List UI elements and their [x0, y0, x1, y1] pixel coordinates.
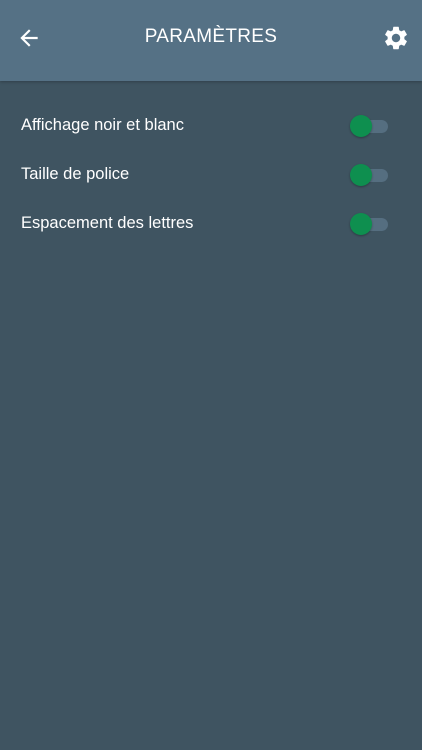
- setting-label: Affichage noir et blanc: [21, 116, 184, 134]
- toggle-thumb: [350, 212, 372, 235]
- toggle-thumb: [350, 114, 372, 137]
- gear-icon: [385, 26, 407, 50]
- setting-row-letter-spacing: Espacement des lettres: [0, 199, 422, 248]
- settings-button[interactable]: [378, 20, 414, 56]
- font-size-toggle[interactable]: [350, 163, 390, 186]
- app-bar: PARAMÈTRES: [0, 0, 422, 81]
- settings-screen: PARAMÈTRES Affichage noir et blanc Taill…: [0, 0, 422, 750]
- setting-label: Espacement des lettres: [21, 214, 194, 232]
- settings-list: Affichage noir et blanc Taille de police…: [0, 101, 422, 248]
- black-white-toggle[interactable]: [350, 114, 390, 137]
- setting-label: Taille de police: [21, 165, 130, 183]
- setting-row-font-size: Taille de police: [0, 150, 422, 199]
- page-title: PARAMÈTRES: [144, 26, 278, 47]
- toggle-thumb: [350, 163, 372, 186]
- letter-spacing-toggle[interactable]: [350, 212, 390, 235]
- setting-row-black-white: Affichage noir et blanc: [0, 101, 422, 150]
